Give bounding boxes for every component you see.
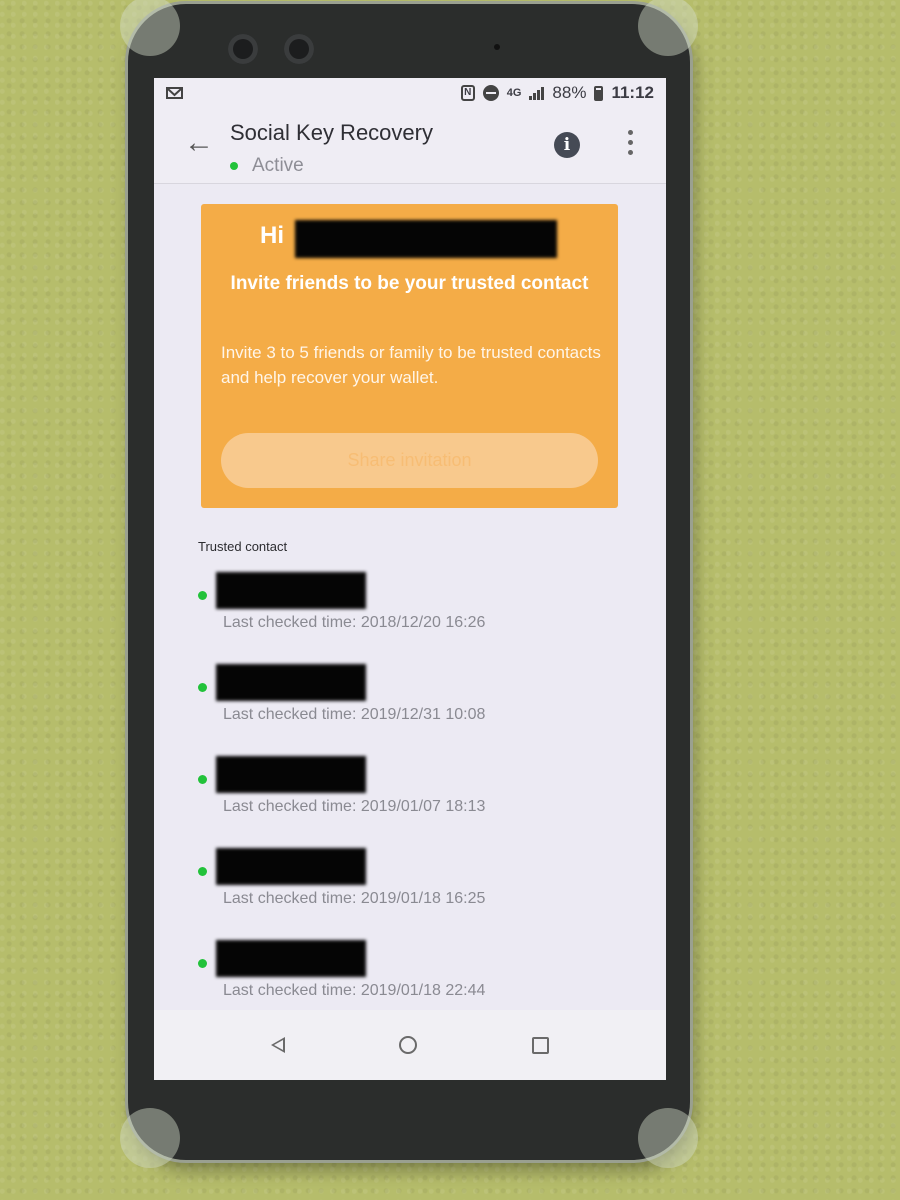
share-invitation-button[interactable]: Share invitation (221, 433, 598, 488)
system-nav-bar (154, 1010, 666, 1080)
last-checked-time: Last checked time: 2019/12/31 10:08 (223, 706, 486, 723)
online-status-dot (198, 775, 207, 784)
home-circle-icon[interactable] (399, 1036, 418, 1054)
online-status-dot (198, 867, 207, 876)
clock: 11:12 (611, 83, 654, 102)
case-corner (638, 0, 698, 56)
app-bar: ← Social Key Recovery Active i (154, 108, 666, 184)
status-bar: N 4G 88% 11:12 (154, 78, 666, 108)
recents-square-icon[interactable] (531, 1036, 549, 1054)
redacted-contact-name (216, 756, 366, 793)
last-checked-time: Last checked time: 2019/01/18 16:25 (223, 890, 486, 907)
front-camera (228, 34, 258, 64)
online-status-dot (198, 959, 207, 968)
redacted-contact-name (216, 572, 366, 609)
back-triangle-icon[interactable] (271, 1037, 286, 1053)
status-row: Active (230, 155, 304, 177)
battery-icon (594, 85, 604, 101)
front-camera (284, 34, 314, 64)
last-checked-time: Last checked time: 2018/12/20 16:26 (223, 614, 486, 631)
redacted-username (295, 220, 557, 258)
case-corner (120, 0, 180, 56)
proximity-sensor (494, 44, 500, 50)
invite-description: Invite 3 to 5 friends or family to be tr… (221, 343, 601, 387)
online-status-dot (198, 591, 207, 600)
screen: N 4G 88% 11:12 ← Social Key Recovery Act… (154, 78, 666, 1080)
status-label: Active (252, 155, 304, 176)
redacted-contact-name (216, 664, 366, 701)
arrow-left-icon[interactable]: ← (184, 128, 214, 158)
last-checked-time: Last checked time: 2019/01/18 22:44 (223, 982, 486, 999)
greeting: Hi (260, 222, 284, 249)
last-checked-time: Last checked time: 2019/01/07 18:13 (223, 798, 486, 815)
redacted-contact-name (216, 940, 366, 977)
trusted-contact-item[interactable]: Last checked time: 2019/01/07 18:13 (194, 752, 614, 832)
phone-device: N 4G 88% 11:12 ← Social Key Recovery Act… (120, 0, 698, 1168)
trusted-contact-item[interactable]: Last checked time: 2018/12/20 16:26 (194, 568, 614, 648)
trusted-contact-item[interactable]: Last checked time: 2019/12/31 10:08 (194, 660, 614, 740)
redacted-contact-name (216, 848, 366, 885)
active-status-dot (230, 162, 238, 170)
case-corner (638, 1108, 698, 1168)
info-icon[interactable]: i (554, 132, 580, 158)
online-status-dot (198, 683, 207, 692)
signal-icon (529, 86, 545, 100)
page-title: Social Key Recovery (230, 120, 433, 145)
invite-card: Hi Invite friends to be your trusted con… (201, 204, 618, 508)
case-corner (120, 1108, 180, 1168)
more-vert-icon[interactable] (628, 130, 634, 155)
do-not-disturb-icon (482, 85, 499, 101)
battery-percent: 88% (552, 83, 587, 102)
section-heading-trusted-contact: Trusted contact (198, 539, 288, 554)
gmail-icon (166, 87, 183, 99)
trusted-contact-item[interactable]: Last checked time: 2019/01/18 16:25 (194, 844, 614, 924)
trusted-contact-item[interactable]: Last checked time: 2019/01/18 22:44 (194, 936, 614, 1016)
invite-heading: Invite friends to be your trusted contac… (230, 273, 589, 294)
nfc-icon: N (460, 85, 475, 101)
4g-icon: 4G (506, 87, 522, 99)
